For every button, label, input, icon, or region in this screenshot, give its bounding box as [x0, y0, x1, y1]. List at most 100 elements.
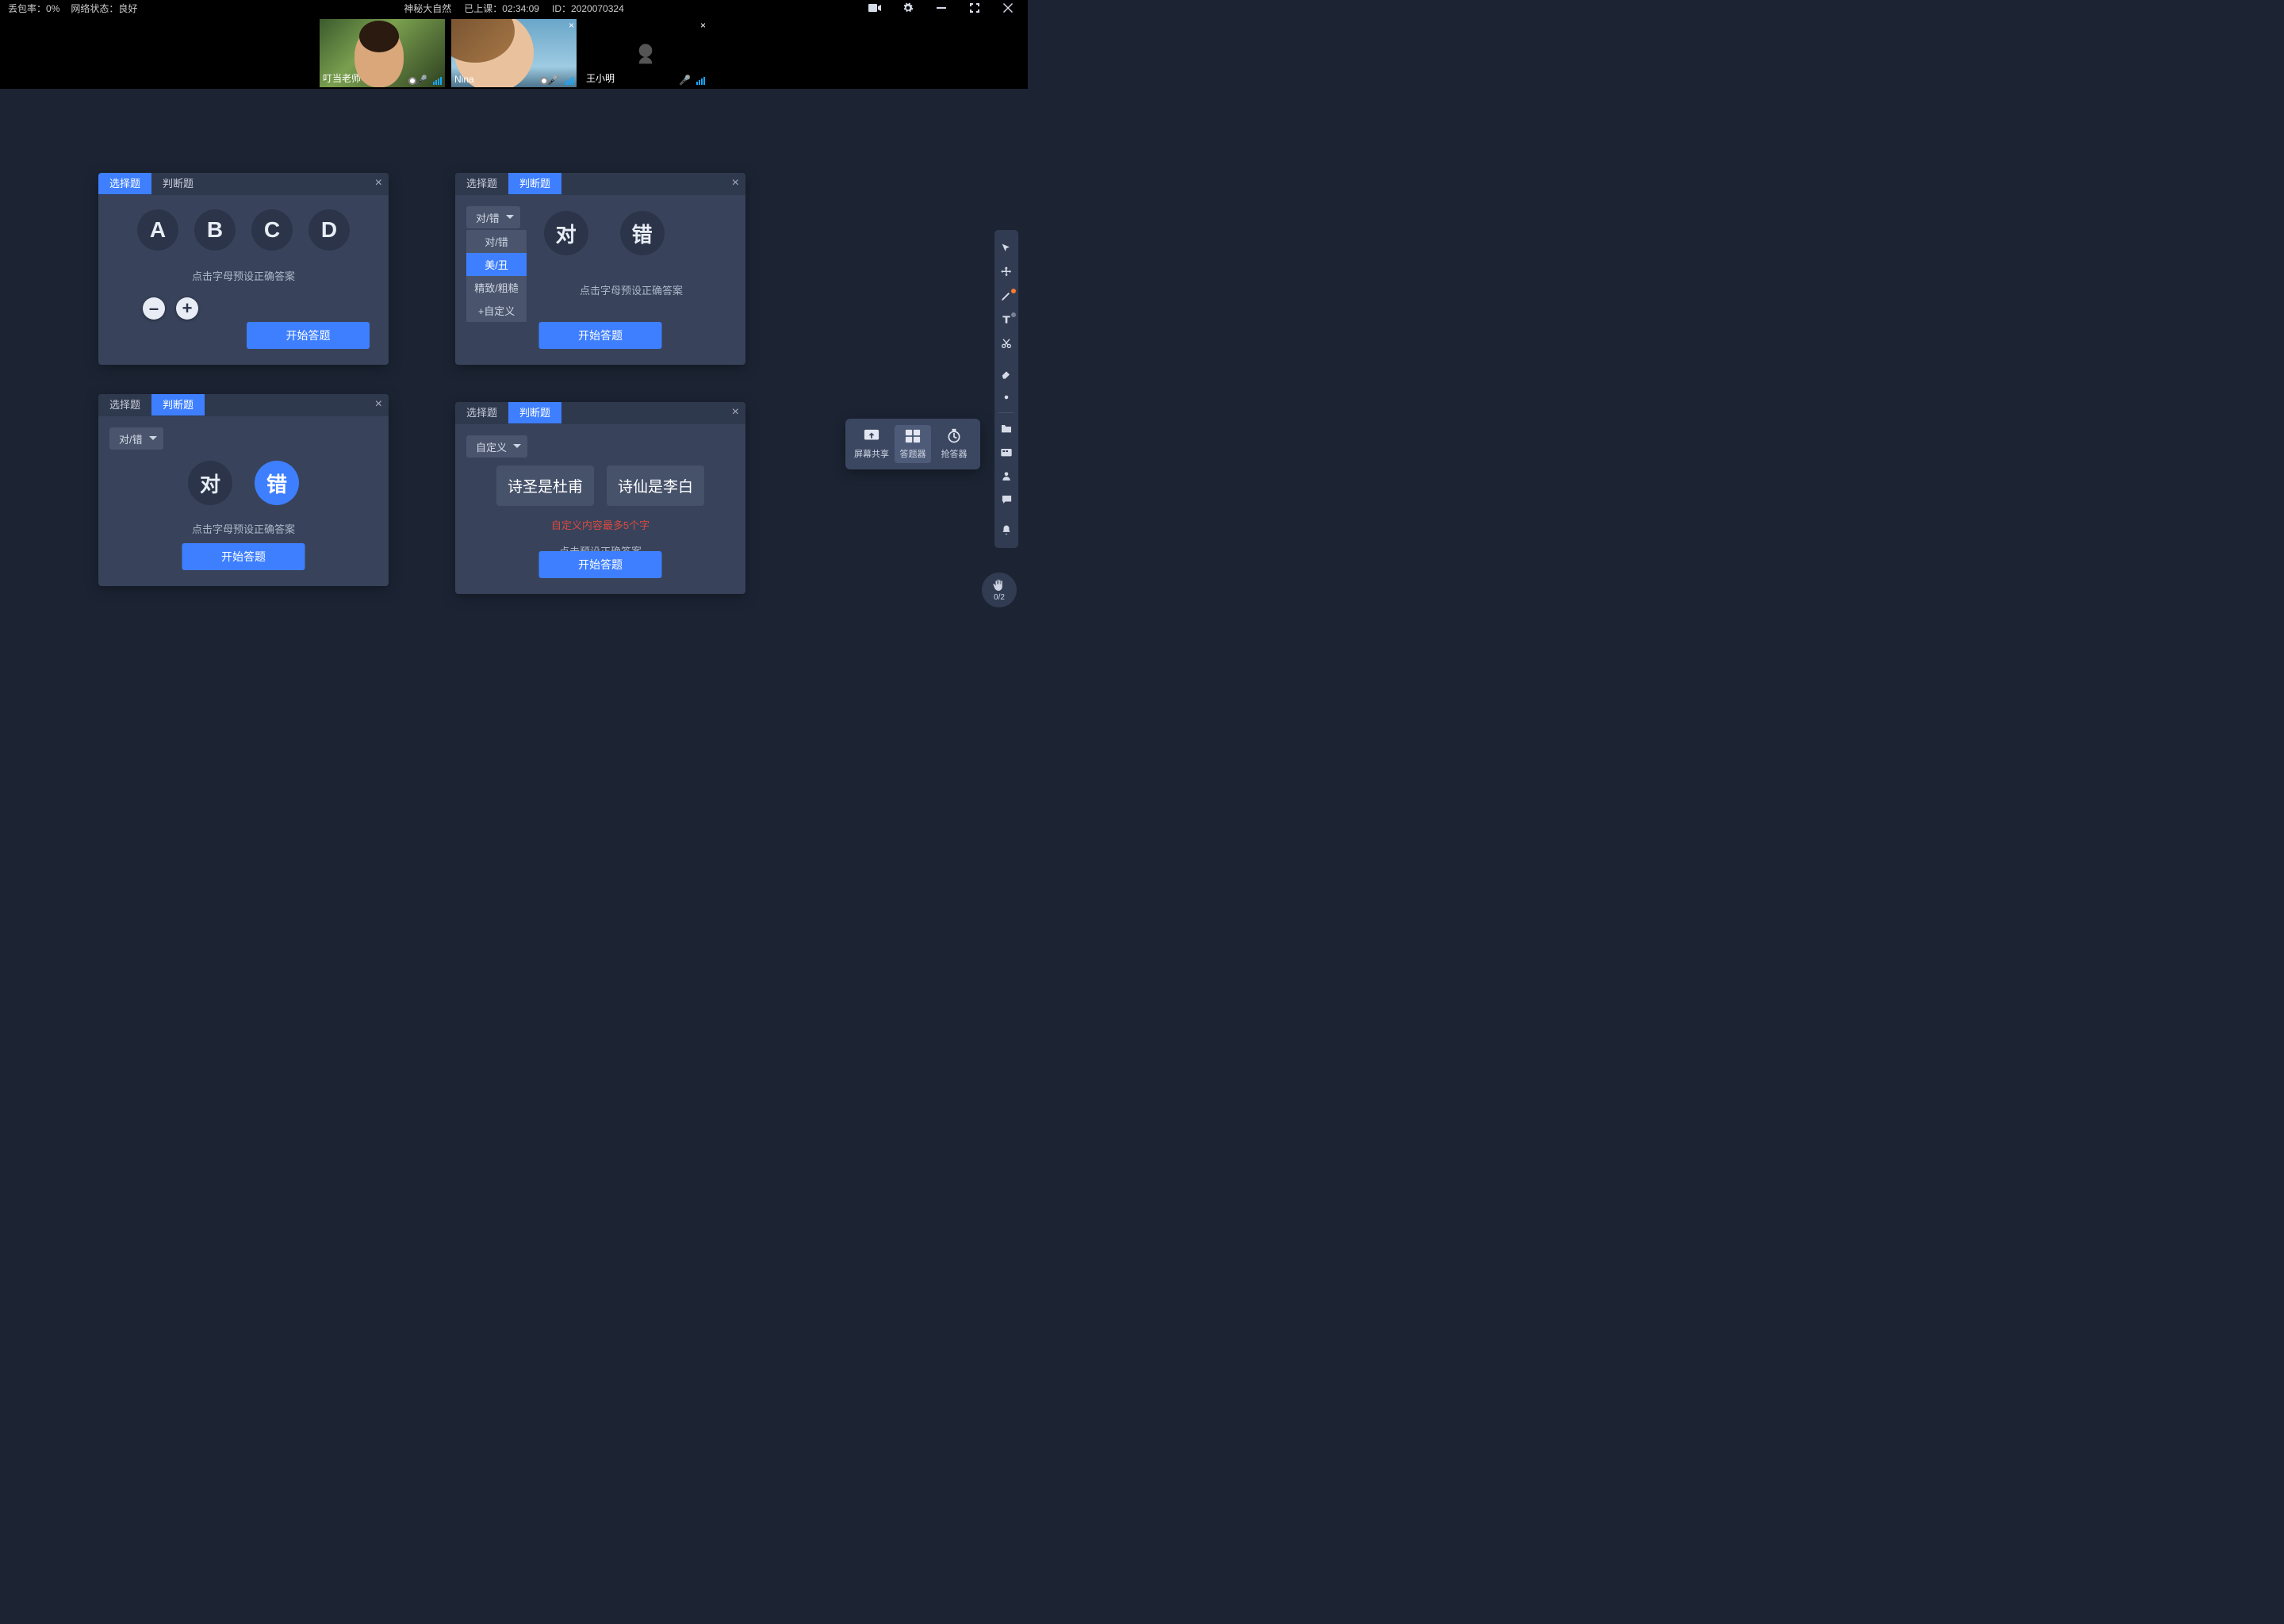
participant-strip: 叮当老师 🎤 × Nina 🎤 × 王小明 🎤 [0, 16, 1028, 89]
folder-icon[interactable] [994, 416, 1018, 440]
text-icon[interactable] [994, 308, 1018, 331]
option-false[interactable]: 错 [620, 211, 665, 255]
bell-icon[interactable] [994, 518, 1018, 542]
participant-tile[interactable]: 叮当老师 🎤 [320, 19, 445, 87]
screen-share-button[interactable]: 屏幕共享 [853, 425, 890, 463]
add-option-button[interactable]: + [176, 297, 198, 320]
hand-icon [992, 579, 1006, 593]
option-b[interactable]: B [194, 209, 236, 251]
custom-option[interactable]: 诗圣是杜甫 [496, 465, 594, 506]
right-toolbar [994, 230, 1018, 548]
panel-tabs: 选择题 判断题 [98, 394, 389, 416]
participant-tile[interactable]: × 王小明 🎤 [583, 19, 708, 87]
raise-hand-button[interactable]: 0/2 [982, 573, 1017, 607]
fullscreen-icon[interactable] [963, 0, 987, 20]
class-id: ID：2020070324 [552, 2, 624, 15]
mic-icon: 🎤 [547, 75, 559, 86]
class-timer: 已上课：02:34:09 [464, 2, 539, 15]
mic-muted-icon: 🎤 [679, 75, 691, 86]
close-icon[interactable] [996, 0, 1020, 20]
dropdown-item[interactable]: +自定义 [466, 299, 527, 322]
option-d[interactable]: D [308, 209, 350, 251]
panel-tabs: 选择题 判断题 [98, 173, 389, 195]
option-true[interactable]: 对 [188, 461, 232, 505]
pointer-icon[interactable] [994, 236, 1018, 260]
dropdown-menu: 对/错 美/丑 精致/粗糙 +自定义 [466, 230, 527, 322]
class-title: 神秘大自然 [404, 2, 451, 15]
tab-judge[interactable]: 判断题 [151, 394, 205, 416]
tab-judge[interactable]: 判断题 [508, 402, 561, 424]
preset-hint: 点击字母预设正确答案 [192, 521, 295, 536]
panel-tabs: 选择题 判断题 [455, 402, 745, 424]
cut-icon[interactable] [994, 331, 1018, 355]
quiz-panel-judge: 选择题 判断题 × 对/错 对 错 点击字母预设正确答案 开始答题 [98, 394, 389, 586]
participant-name: Nina [454, 74, 474, 85]
error-text: 自定义内容最多5个字 [551, 517, 650, 532]
pen-icon[interactable] [994, 284, 1018, 308]
tab-choice[interactable]: 选择题 [455, 402, 508, 424]
tab-choice[interactable]: 选择题 [98, 394, 151, 416]
race-tool-button[interactable]: 抢答器 [936, 425, 972, 463]
top-status-bar: 丢包率：0% 网络状态：良好 神秘大自然 已上课：02:34:09 ID：202… [0, 0, 1028, 16]
option-a[interactable]: A [137, 209, 178, 251]
quiz-panel-custom: 选择题 判断题 × 自定义 诗圣是杜甫 诗仙是李白 自定义内容最多5个字 点击预… [455, 402, 745, 594]
camera-icon[interactable] [863, 0, 887, 20]
chevron-down-icon [149, 436, 157, 440]
custom-option[interactable]: 诗仙是李白 [607, 465, 704, 506]
close-icon[interactable]: × [700, 20, 706, 31]
teacher-tools-popup: 屏幕共享 答题器 抢答器 [845, 419, 980, 469]
participant-name: 叮当老师 [323, 71, 361, 85]
preset-hint: 点击字母预设正确答案 [192, 268, 295, 283]
judge-type-dropdown[interactable]: 自定义 [466, 435, 527, 458]
quiz-panel-judge-open: 选择题 判断题 × 对/错 对/错 美/丑 精致/粗糙 +自定义 对 错 [455, 173, 745, 365]
start-button[interactable]: 开始答题 [182, 543, 305, 570]
dropdown-item[interactable]: 对/错 [466, 230, 527, 253]
tab-judge[interactable]: 判断题 [151, 173, 205, 195]
audio-level [433, 77, 442, 85]
remove-option-button[interactable]: – [143, 297, 165, 320]
move-icon[interactable] [994, 260, 1018, 284]
packet-loss: 丢包率：0% [8, 2, 59, 15]
close-icon[interactable]: × [732, 176, 739, 190]
participant-tile[interactable]: × Nina 🎤 [451, 19, 577, 87]
judge-type-dropdown[interactable]: 对/错 对/错 美/丑 精致/粗糙 +自定义 [466, 206, 520, 228]
chevron-down-icon [506, 215, 514, 219]
audio-level [696, 77, 705, 85]
minimize-icon[interactable] [929, 0, 953, 20]
start-button[interactable]: 开始答题 [539, 551, 662, 578]
chat-icon[interactable] [994, 488, 1018, 511]
quiz-panel-choice: 选择题 判断题 × A B C D 点击字母预设正确答案 – + 开始答题 [98, 173, 389, 365]
option-true[interactable]: 对 [544, 211, 588, 255]
close-icon[interactable]: × [732, 405, 739, 419]
tab-judge[interactable]: 判断题 [508, 173, 561, 195]
person-icon[interactable] [994, 464, 1018, 488]
brightness-icon[interactable] [994, 385, 1018, 409]
close-icon[interactable]: × [375, 176, 382, 190]
close-icon[interactable]: × [569, 20, 574, 31]
option-false[interactable]: 错 [255, 461, 299, 505]
panel-tabs: 选择题 判断题 [455, 173, 745, 195]
hand-count: 0/2 [994, 593, 1005, 602]
close-icon[interactable]: × [375, 397, 382, 412]
start-button[interactable]: 开始答题 [539, 322, 662, 349]
tab-choice[interactable]: 选择题 [455, 173, 508, 195]
audio-level [565, 77, 573, 85]
dropdown-item[interactable]: 美/丑 [466, 253, 527, 276]
network-status: 网络状态：良好 [71, 2, 137, 15]
tab-choice[interactable]: 选择题 [98, 173, 151, 195]
settings-icon[interactable] [896, 0, 920, 20]
camera-off-icon [630, 37, 661, 69]
chevron-down-icon [513, 444, 521, 448]
start-button[interactable]: 开始答题 [247, 322, 370, 349]
option-c[interactable]: C [251, 209, 293, 251]
main-stage: 选择题 判断题 × A B C D 点击字母预设正确答案 – + 开始答题 选择… [0, 89, 1028, 731]
apps-icon[interactable] [994, 440, 1018, 464]
judge-type-dropdown[interactable]: 对/错 [109, 427, 163, 450]
participant-name: 王小明 [586, 71, 615, 85]
dropdown-item[interactable]: 精致/粗糙 [466, 276, 527, 299]
mic-icon: 🎤 [416, 75, 427, 86]
eraser-icon[interactable] [994, 362, 1018, 385]
preset-hint: 点击字母预设正确答案 [580, 282, 683, 297]
answer-options: A B C D [137, 209, 350, 251]
quiz-tool-button[interactable]: 答题器 [895, 425, 931, 463]
